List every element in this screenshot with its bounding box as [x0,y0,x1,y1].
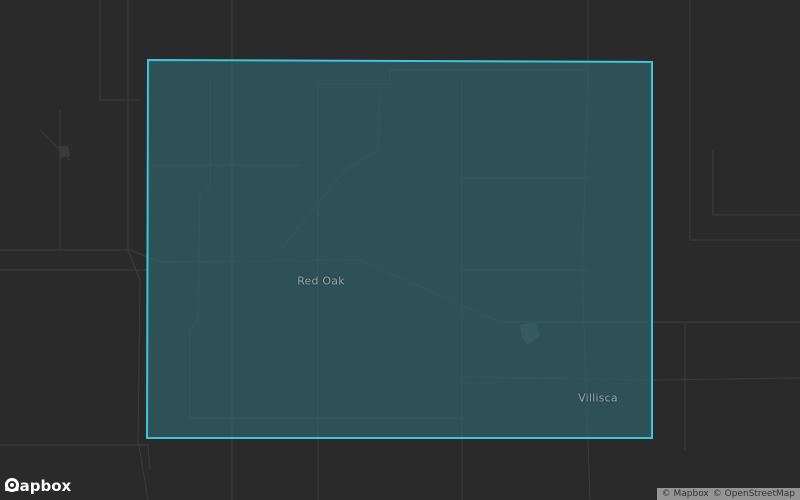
map-canvas[interactable]: Red Oak Villisca mapbox © Mapbox © OpenS… [0,0,800,500]
map-svg [0,0,800,500]
attribution-bar: © Mapbox © OpenStreetMap [656,488,800,500]
urban-feature [58,146,70,158]
highlight-area-polygon[interactable] [145,58,653,439]
road [712,150,800,216]
place-label-villisca[interactable]: Villisca [578,392,618,405]
road [39,110,71,250]
road [0,444,151,471]
road [689,0,800,241]
mapbox-logo-icon [5,478,19,492]
road [99,0,140,101]
mapbox-logo[interactable]: mapbox [4,477,71,495]
attribution-osm-link[interactable]: © OpenStreetMap [713,489,795,499]
attribution-mapbox-link[interactable]: © Mapbox [662,489,709,499]
place-label-red-oak[interactable]: Red Oak [297,275,345,288]
